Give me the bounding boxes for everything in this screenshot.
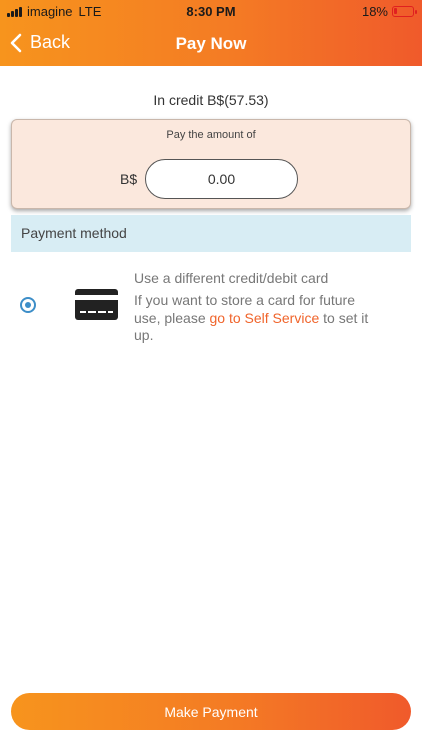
payment-option-description: If you want to store a card for future u… [134, 292, 374, 345]
payment-option-radio[interactable] [20, 297, 36, 313]
status-right: 18% [361, 4, 417, 19]
nav-bar: Back Pay Now [0, 26, 422, 62]
self-service-link[interactable]: go to Self Service [210, 310, 320, 326]
credit-card-icon [75, 289, 118, 320]
pay-amount-panel: Pay the amount of B$ [11, 119, 411, 209]
top-bar: imagine LTE 8:30 PM 18% Back Pay Now [0, 0, 422, 66]
currency-label: B$ [120, 171, 138, 187]
battery-fill [394, 8, 397, 14]
pay-amount-label: Pay the amount of [166, 129, 256, 141]
status-time: 8:30 PM [186, 4, 236, 19]
make-payment-button[interactable]: Make Payment [11, 693, 411, 730]
battery-percent: 18% [361, 4, 388, 19]
battery-icon [392, 6, 417, 17]
payment-option-title: Use a different credit/debit card [134, 270, 329, 286]
radio-selected-dot [25, 302, 31, 308]
amount-input[interactable] [145, 159, 298, 199]
page-title: Pay Now [175, 34, 247, 53]
payment-method-header: Payment method [11, 215, 411, 252]
credit-balance: In credit B$(57.53) [153, 92, 269, 108]
status-bar: imagine LTE 8:30 PM 18% [0, 0, 422, 22]
payment-option-card[interactable]: Use a different credit/debit card If you… [0, 262, 422, 352]
